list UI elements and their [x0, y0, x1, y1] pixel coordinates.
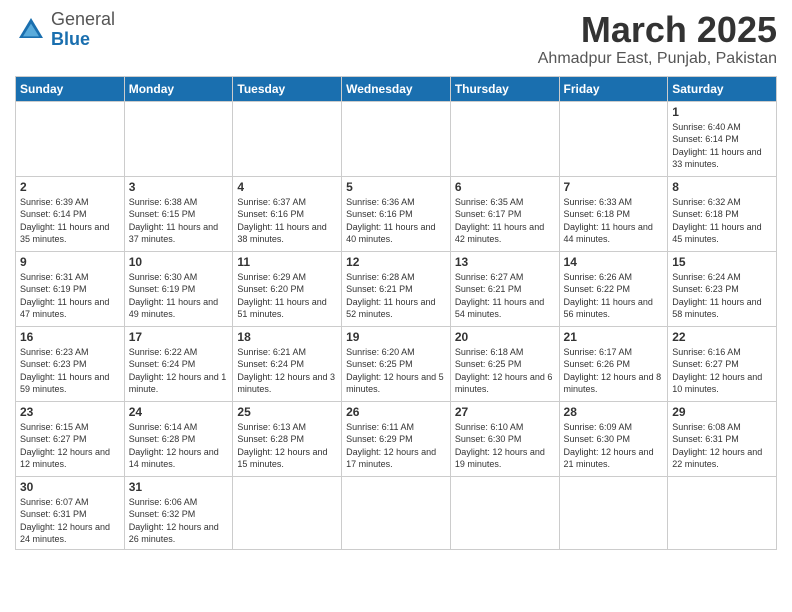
day-2: 2 Sunrise: 6:39 AMSunset: 6:14 PMDayligh… [16, 176, 125, 251]
title-block: March 2025 Ahmadpur East, Punjab, Pakist… [538, 10, 777, 68]
day-15: 15 Sunrise: 6:24 AMSunset: 6:23 PMDaylig… [668, 251, 777, 326]
day-29: 29 Sunrise: 6:08 AMSunset: 6:31 PMDaylig… [668, 401, 777, 476]
day-16: 16 Sunrise: 6:23 AMSunset: 6:23 PMDaylig… [16, 326, 125, 401]
day-10: 10 Sunrise: 6:30 AMSunset: 6:19 PMDaylig… [124, 251, 233, 326]
empty-cell [233, 476, 342, 549]
day-17: 17 Sunrise: 6:22 AMSunset: 6:24 PMDaylig… [124, 326, 233, 401]
empty-cell [342, 101, 451, 176]
day-24: 24 Sunrise: 6:14 AMSunset: 6:28 PMDaylig… [124, 401, 233, 476]
empty-cell [342, 476, 451, 549]
empty-cell [668, 476, 777, 549]
day-6: 6 Sunrise: 6:35 AMSunset: 6:17 PMDayligh… [450, 176, 559, 251]
day-11: 11 Sunrise: 6:29 AMSunset: 6:20 PMDaylig… [233, 251, 342, 326]
day-28: 28 Sunrise: 6:09 AMSunset: 6:30 PMDaylig… [559, 401, 668, 476]
logo-general: General [51, 9, 115, 29]
logo-text: General Blue [51, 10, 115, 50]
day-22: 22 Sunrise: 6:16 AMSunset: 6:27 PMDaylig… [668, 326, 777, 401]
week-row-3: 9 Sunrise: 6:31 AMSunset: 6:19 PMDayligh… [16, 251, 777, 326]
calendar-title: March 2025 [538, 10, 777, 50]
week-row-5: 23 Sunrise: 6:15 AMSunset: 6:27 PMDaylig… [16, 401, 777, 476]
weekday-header-row: Sunday Monday Tuesday Wednesday Thursday… [16, 76, 777, 101]
empty-cell [124, 101, 233, 176]
header-sunday: Sunday [16, 76, 125, 101]
logo-icon [15, 14, 47, 46]
day-4: 4 Sunrise: 6:37 AMSunset: 6:16 PMDayligh… [233, 176, 342, 251]
calendar-subtitle: Ahmadpur East, Punjab, Pakistan [538, 50, 777, 68]
header-wednesday: Wednesday [342, 76, 451, 101]
day-18: 18 Sunrise: 6:21 AMSunset: 6:24 PMDaylig… [233, 326, 342, 401]
day-19: 19 Sunrise: 6:20 AMSunset: 6:25 PMDaylig… [342, 326, 451, 401]
day-3: 3 Sunrise: 6:38 AMSunset: 6:15 PMDayligh… [124, 176, 233, 251]
week-row-2: 2 Sunrise: 6:39 AMSunset: 6:14 PMDayligh… [16, 176, 777, 251]
header-monday: Monday [124, 76, 233, 101]
day-25: 25 Sunrise: 6:13 AMSunset: 6:28 PMDaylig… [233, 401, 342, 476]
day-23: 23 Sunrise: 6:15 AMSunset: 6:27 PMDaylig… [16, 401, 125, 476]
day-31: 31 Sunrise: 6:06 AMSunset: 6:32 PMDaylig… [124, 476, 233, 549]
day-8: 8 Sunrise: 6:32 AMSunset: 6:18 PMDayligh… [668, 176, 777, 251]
day-5: 5 Sunrise: 6:36 AMSunset: 6:16 PMDayligh… [342, 176, 451, 251]
empty-cell [450, 101, 559, 176]
logo: General Blue [15, 10, 115, 50]
header-thursday: Thursday [450, 76, 559, 101]
header-tuesday: Tuesday [233, 76, 342, 101]
week-row-6: 30 Sunrise: 6:07 AMSunset: 6:31 PMDaylig… [16, 476, 777, 549]
empty-cell [559, 476, 668, 549]
day-26: 26 Sunrise: 6:11 AMSunset: 6:29 PMDaylig… [342, 401, 451, 476]
day-14: 14 Sunrise: 6:26 AMSunset: 6:22 PMDaylig… [559, 251, 668, 326]
day-9: 9 Sunrise: 6:31 AMSunset: 6:19 PMDayligh… [16, 251, 125, 326]
week-row-4: 16 Sunrise: 6:23 AMSunset: 6:23 PMDaylig… [16, 326, 777, 401]
day-7: 7 Sunrise: 6:33 AMSunset: 6:18 PMDayligh… [559, 176, 668, 251]
empty-cell [233, 101, 342, 176]
empty-cell [559, 101, 668, 176]
page-header: General Blue March 2025 Ahmadpur East, P… [15, 10, 777, 68]
day-20: 20 Sunrise: 6:18 AMSunset: 6:25 PMDaylig… [450, 326, 559, 401]
header-friday: Friday [559, 76, 668, 101]
day-27: 27 Sunrise: 6:10 AMSunset: 6:30 PMDaylig… [450, 401, 559, 476]
empty-cell [16, 101, 125, 176]
logo-blue: Blue [51, 29, 90, 49]
day-13: 13 Sunrise: 6:27 AMSunset: 6:21 PMDaylig… [450, 251, 559, 326]
week-row-1: 1 Sunrise: 6:40 AMSunset: 6:14 PMDayligh… [16, 101, 777, 176]
day-1: 1 Sunrise: 6:40 AMSunset: 6:14 PMDayligh… [668, 101, 777, 176]
header-saturday: Saturday [668, 76, 777, 101]
empty-cell [450, 476, 559, 549]
day-21: 21 Sunrise: 6:17 AMSunset: 6:26 PMDaylig… [559, 326, 668, 401]
day-30: 30 Sunrise: 6:07 AMSunset: 6:31 PMDaylig… [16, 476, 125, 549]
day-12: 12 Sunrise: 6:28 AMSunset: 6:21 PMDaylig… [342, 251, 451, 326]
calendar-table: Sunday Monday Tuesday Wednesday Thursday… [15, 76, 777, 550]
